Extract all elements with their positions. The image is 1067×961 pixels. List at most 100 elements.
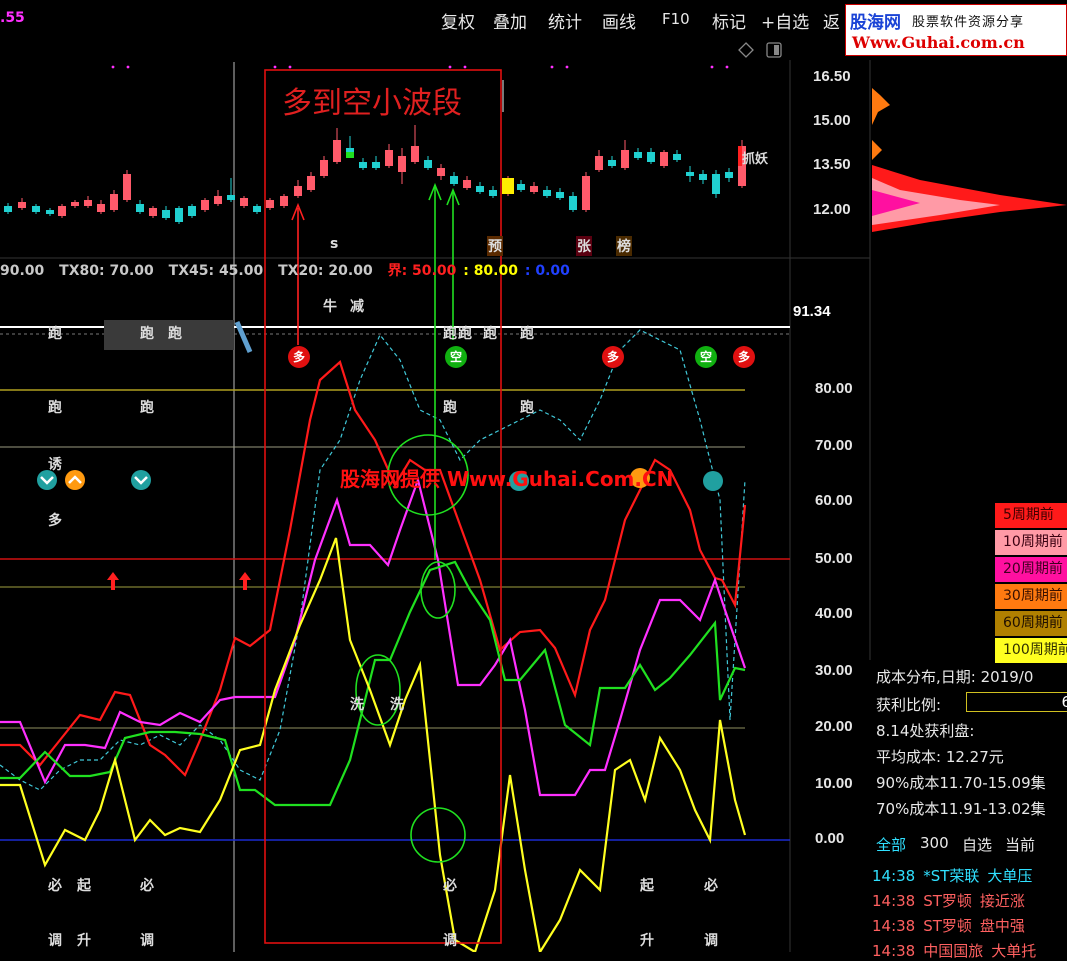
candle-body xyxy=(266,200,274,208)
signal-bi: 必 xyxy=(48,878,62,894)
tab-watch[interactable]: 自选 xyxy=(962,834,992,855)
price-tick: 16.50 xyxy=(813,68,851,85)
signal-qi: 起 xyxy=(77,878,91,894)
signal-tiao: 调 xyxy=(704,933,718,949)
signal-pao: 跑 xyxy=(140,400,154,416)
candle-body xyxy=(214,196,222,204)
candle-body xyxy=(149,208,157,216)
reference-lines xyxy=(0,326,790,841)
candle-body xyxy=(294,186,302,196)
indicator-params: 90.00 TX80: 70.00 TX45: 45.00 TX20: 20.0… xyxy=(0,260,580,280)
candle-body xyxy=(372,162,380,168)
candle-body xyxy=(84,200,92,206)
candle-body xyxy=(673,154,681,160)
price-tick: 13.50 xyxy=(813,156,851,173)
candle-body xyxy=(647,152,655,162)
param-5: : 80.00 xyxy=(463,263,518,279)
param-0: 90.00 xyxy=(0,263,45,279)
badge-duo: 多 xyxy=(602,346,624,368)
signal-pao: 跑 xyxy=(48,400,62,416)
stats-line2: 平均成本: 12.27元 xyxy=(876,748,1004,766)
legend-60[interactable]: 60周期前 xyxy=(995,611,1067,636)
signal-bi: 必 xyxy=(140,878,154,894)
signal-xi: 洗 xyxy=(390,697,404,713)
trade-row[interactable]: 14:38 中国国旅 大单托 xyxy=(872,940,1044,961)
mark-s: s xyxy=(330,236,339,252)
candle-body xyxy=(463,180,471,188)
candles xyxy=(4,125,746,224)
trade-row[interactable]: 14:38 ST罗顿 盘中强 xyxy=(872,915,1033,936)
trade-name: *ST荣联 xyxy=(923,867,980,885)
trade-time: 14:38 xyxy=(872,867,916,885)
line-yellow xyxy=(0,537,747,952)
candle-body xyxy=(359,162,367,168)
trade-row[interactable]: 14:38 *ST荣联 大单压 xyxy=(872,865,1040,886)
signal-tiao: 调 xyxy=(140,933,154,949)
candle-body xyxy=(333,140,341,162)
legend-5[interactable]: 5周期前 xyxy=(995,503,1067,528)
legend-20[interactable]: 20周期前 xyxy=(995,557,1067,582)
price-tick: 12.00 xyxy=(813,201,851,218)
trade-action: 接近涨 xyxy=(979,892,1025,910)
signal-jian: 减 xyxy=(350,299,364,315)
signal-bi: 必 xyxy=(704,878,718,894)
badge-duo: 多 xyxy=(288,346,310,368)
trade-row[interactable]: 14:38 ST罗顿 接近涨 xyxy=(872,890,1033,911)
indicator-tick: 60.00 xyxy=(815,492,853,509)
signal-pao: 跑 xyxy=(458,326,472,342)
signal-tiao: 调 xyxy=(443,933,457,949)
candle-body xyxy=(686,172,694,176)
stats-line1: 8.14处获利盘: xyxy=(876,722,975,740)
tab-count: 300 xyxy=(920,834,949,852)
candle-body xyxy=(489,190,497,196)
candle-body xyxy=(699,174,707,180)
candle-body xyxy=(136,204,144,212)
signal-niu: 牛 xyxy=(323,299,337,315)
indicator-tick: 10.00 xyxy=(815,775,853,792)
candle-body xyxy=(634,152,642,158)
signal-tiao: 调 xyxy=(48,933,62,949)
trade-time: 14:38 xyxy=(872,942,916,960)
trade-time: 14:38 xyxy=(872,917,916,935)
signal-duo: 多 xyxy=(48,513,62,529)
param-6: : 0.00 xyxy=(524,263,570,279)
candle-body xyxy=(725,172,733,178)
tab-all[interactable]: 全部 xyxy=(876,834,906,855)
candle-body xyxy=(253,206,261,212)
trade-action: 大单压 xyxy=(987,867,1033,885)
top-dots xyxy=(111,65,729,69)
candle-body xyxy=(424,160,432,168)
signal-sheng: 升 xyxy=(640,933,654,949)
mark-bang: 榜 xyxy=(616,236,632,256)
signal-pao: 跑 xyxy=(483,326,497,342)
candle-body xyxy=(712,174,720,194)
candle-body xyxy=(110,194,118,210)
candle-body xyxy=(608,160,616,166)
signal-bi: 必 xyxy=(443,878,457,894)
stats-line3: 90%成本11.70-15.09集 xyxy=(876,774,1046,792)
candle-body xyxy=(201,200,209,210)
candle-body xyxy=(582,176,590,210)
signal-pao: 跑 xyxy=(443,326,457,342)
chip-distribution xyxy=(872,88,1067,232)
legend-10[interactable]: 10周期前 xyxy=(995,530,1067,555)
candle-body xyxy=(175,208,183,222)
candle-body xyxy=(307,176,315,190)
param-1: TX80: 70.00 xyxy=(59,263,154,279)
line-red xyxy=(0,360,747,777)
candle-body xyxy=(97,204,105,212)
signal-xi: 洗 xyxy=(350,697,364,713)
legend-100[interactable]: 100周期前 xyxy=(995,638,1067,663)
legend-30[interactable]: 30周期前 xyxy=(995,584,1067,609)
trade-action: 大单托 xyxy=(991,942,1037,960)
candle-body xyxy=(32,206,40,212)
indicator-tick: 0.00 xyxy=(815,830,845,847)
signal-qi: 起 xyxy=(640,878,654,894)
candle-body xyxy=(476,186,484,192)
candle-body xyxy=(543,190,551,196)
mark-yu: 预 xyxy=(487,236,503,256)
candle-body xyxy=(437,168,445,176)
indicator-current-value: 91.34 xyxy=(793,303,831,320)
indicator-tick: 20.00 xyxy=(815,718,853,735)
tab-current[interactable]: 当前 xyxy=(1005,834,1035,855)
